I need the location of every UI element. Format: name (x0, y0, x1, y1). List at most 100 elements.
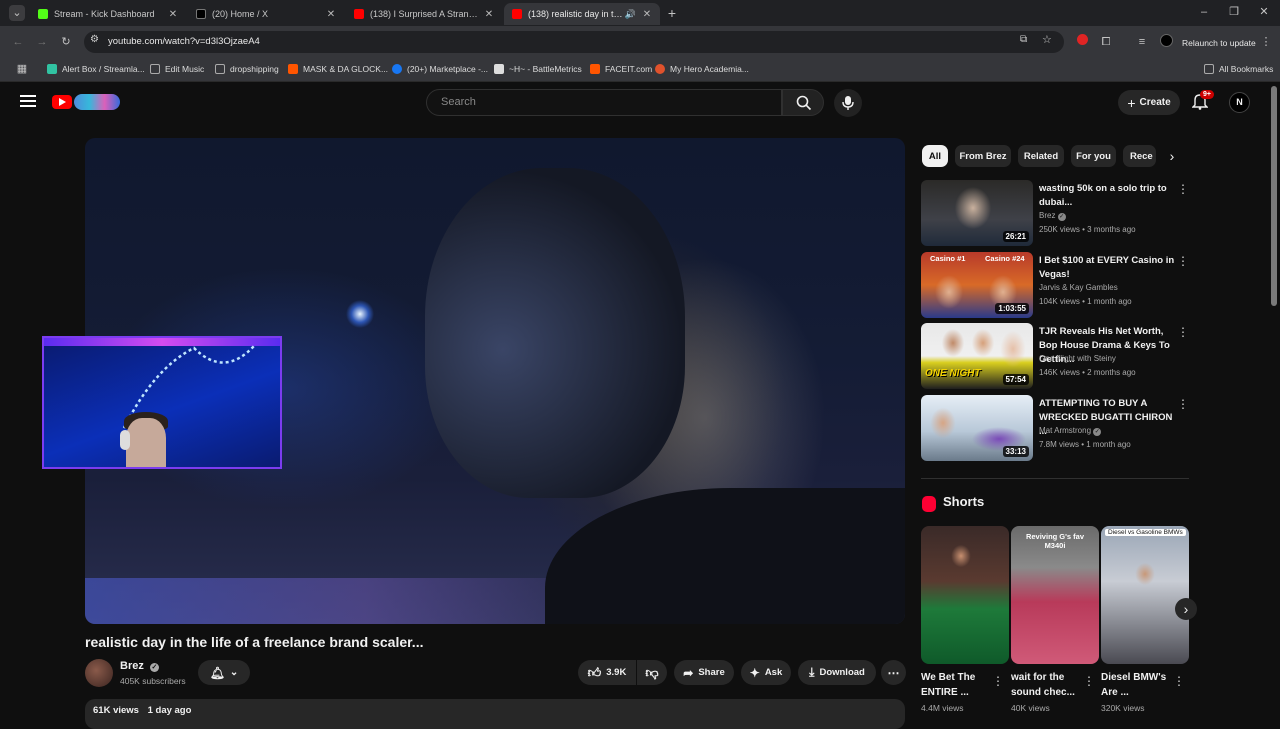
x-favicon-icon (196, 9, 206, 19)
bookmark-mask-glock[interactable]: MASK & DA GLOCK... (288, 62, 388, 76)
short-title[interactable]: Diesel BMW's Are ... (1101, 670, 1173, 700)
hamburger-menu-icon[interactable] (20, 94, 36, 108)
bookmark-edit-music[interactable]: Edit Music (150, 62, 204, 76)
chip-recent[interactable]: Rece (1123, 145, 1156, 167)
more-vert-icon[interactable]: ⋮ (992, 674, 1004, 688)
install-icon[interactable]: ⧉ (1020, 34, 1027, 45)
recommendation-channel[interactable]: One Night with Steiny (1039, 354, 1116, 363)
short-thumbnail[interactable]: Diesel vs Gasoline BMWs (1101, 526, 1189, 664)
bookmark-marketplace[interactable]: (20+) Marketplace -... (392, 62, 488, 76)
voice-search-button[interactable] (834, 89, 862, 117)
maximize-icon[interactable]: ❐ (1226, 4, 1242, 20)
soundcloud-icon (288, 64, 298, 74)
create-button[interactable]: + Create (1118, 90, 1180, 115)
share-icon: ➦ (683, 665, 694, 680)
chip-all[interactable]: All (922, 145, 948, 167)
media-controls-icon[interactable]: ≡ (1134, 34, 1150, 50)
recommendation-channel[interactable]: Mat Armstrong ✓ (1039, 426, 1102, 436)
more-vert-icon[interactable]: ⋮ (1177, 397, 1189, 411)
video-thumbnail[interactable]: ONE NIGHT 57:54 (921, 323, 1033, 389)
close-tab-icon[interactable]: ✕ (166, 9, 180, 20)
video-thumbnail[interactable]: Casino #1 Casino #24 1:03:55 (921, 252, 1033, 318)
video-duration: 1:03:55 (995, 303, 1029, 314)
recommendation-channel[interactable]: Jarvis & Kay Gambles (1039, 283, 1118, 292)
share-button[interactable]: ➦ Share (674, 660, 734, 685)
chips-next-chevron-icon[interactable]: › (1163, 147, 1181, 165)
channel-avatar[interactable] (85, 659, 113, 687)
dislike-button[interactable]: 👎︎ (637, 660, 667, 685)
extensions-puzzle-icon[interactable]: ⧠ (1098, 34, 1114, 50)
bookmark-star-icon[interactable]: ☆ (1042, 33, 1052, 46)
channel-name-text: Brez (120, 660, 144, 672)
more-vert-icon[interactable]: ⋮ (1177, 182, 1189, 196)
thumbs-up-icon: 👍︎ (587, 664, 602, 680)
video-thumbnail[interactable]: 26:21 (921, 180, 1033, 246)
bookmark-my-hero[interactable]: My Hero Academia... (655, 62, 749, 76)
back-icon[interactable]: ← (10, 34, 26, 50)
reload-icon[interactable]: ↻ (58, 34, 74, 50)
relaunch-button[interactable]: Relaunch to update (1182, 35, 1258, 51)
chip-from-brez[interactable]: From Brez (955, 145, 1011, 167)
tab-kick-dashboard[interactable]: Stream - Kick Dashboard ✕ (30, 3, 186, 25)
chip-related[interactable]: Related (1018, 145, 1064, 167)
ask-button[interactable]: ✦ Ask (741, 660, 791, 685)
more-actions-button[interactable]: ⋯ (881, 660, 906, 685)
chip-for-you[interactable]: For you (1071, 145, 1116, 167)
short-title[interactable]: wait for the sound chec... (1011, 670, 1083, 700)
close-tab-icon[interactable]: ✕ (640, 9, 654, 20)
shorts-next-chevron-icon[interactable]: › (1175, 598, 1197, 620)
notification-bell-button[interactable]: 🔔︎ ⌄ (198, 660, 250, 685)
channel-name[interactable]: Brez ✓ (120, 660, 159, 672)
address-bar[interactable]: ⚙ youtube.com/watch?v=d3l3OjzaeA4 ⧉ ☆ (84, 31, 1064, 53)
notifications-button[interactable]: 9+ (1191, 90, 1214, 113)
short-thumbnail[interactable]: Reviving G's fav M340i (1011, 526, 1099, 664)
recommendation-item[interactable]: 26:21 wasting 50k on a solo trip to duba… (921, 180, 1189, 246)
new-tab-button[interactable]: + (664, 5, 680, 21)
recommendation-item[interactable]: ONE NIGHT 57:54 TJR Reveals His Net Wort… (921, 323, 1189, 389)
extension-red-icon[interactable] (1074, 34, 1090, 50)
webcam-overlay (42, 336, 282, 469)
apps-grid-icon[interactable]: ▦ (14, 61, 30, 77)
forward-icon[interactable]: → (34, 34, 50, 50)
recommendation-meta: 250K views • 3 months ago (1039, 225, 1136, 234)
account-avatar[interactable]: N (1229, 92, 1250, 113)
browser-menu-icon[interactable]: ⋮ (1258, 34, 1274, 50)
page-scrollbar[interactable] (1271, 86, 1277, 306)
more-vert-icon[interactable]: ⋮ (1177, 254, 1189, 268)
video-thumbnail[interactable]: 33:13 (921, 395, 1033, 461)
channel-text: Brez (1039, 211, 1056, 220)
close-tab-icon[interactable]: ✕ (482, 9, 496, 20)
site-info-icon[interactable]: ⚙ (90, 34, 99, 45)
more-vert-icon[interactable]: ⋮ (1083, 674, 1095, 688)
short-thumbnail[interactable] (921, 526, 1009, 664)
recommendation-item[interactable]: 33:13 ATTEMPTING TO BUY A WRECKED BUGATT… (921, 395, 1189, 461)
download-button[interactable]: ⤓ Download (798, 660, 876, 685)
more-vert-icon[interactable]: ⋮ (1177, 325, 1189, 339)
audio-playing-icon[interactable]: 🔊 (625, 9, 636, 20)
bookmark-battlemetrics[interactable]: ~H~ - BattleMetrics (494, 62, 582, 76)
recommendation-meta: 7.8M views • 1 month ago (1039, 440, 1131, 449)
youtube-logo[interactable] (52, 94, 120, 110)
close-window-icon[interactable]: ✕ (1256, 4, 1272, 20)
bookmark-alert-box[interactable]: Alert Box / Streamla... (47, 62, 145, 76)
tab-youtube-active[interactable]: (138) realistic day in the life 🔊 ✕ (504, 3, 660, 25)
search-button[interactable] (782, 89, 824, 116)
recommendation-item[interactable]: Casino #1 Casino #24 1:03:55 I Bet $100 … (921, 252, 1189, 318)
bookmark-dropshipping[interactable]: dropshipping (215, 62, 279, 76)
tab-youtube-stranger[interactable]: (138) I Surprised A Stranger Wi... ✕ (346, 3, 502, 25)
all-bookmarks[interactable]: All Bookmarks (1204, 62, 1273, 76)
profile-avatar-icon[interactable] (1158, 34, 1174, 50)
search-input[interactable]: Search (426, 89, 782, 116)
bookmark-faceit[interactable]: FACEIT.com (590, 62, 652, 76)
minimize-icon[interactable]: – (1196, 4, 1212, 20)
description-box[interactable]: 61K views 1 day ago (85, 699, 905, 729)
recommendation-channel[interactable]: Brez ✓ (1039, 211, 1066, 221)
tab-search-icon[interactable]: ⌄ (9, 5, 25, 21)
bookmark-label: dropshipping (230, 64, 279, 74)
like-button[interactable]: 👍︎ 3.9K (578, 660, 636, 685)
short-title[interactable]: We Bet The ENTIRE ... (921, 670, 993, 700)
more-vert-icon[interactable]: ⋮ (1173, 674, 1185, 688)
close-tab-icon[interactable]: ✕ (324, 9, 338, 20)
tab-x-home[interactable]: (20) Home / X ✕ (188, 3, 344, 25)
shorts-logo-icon (922, 496, 936, 512)
